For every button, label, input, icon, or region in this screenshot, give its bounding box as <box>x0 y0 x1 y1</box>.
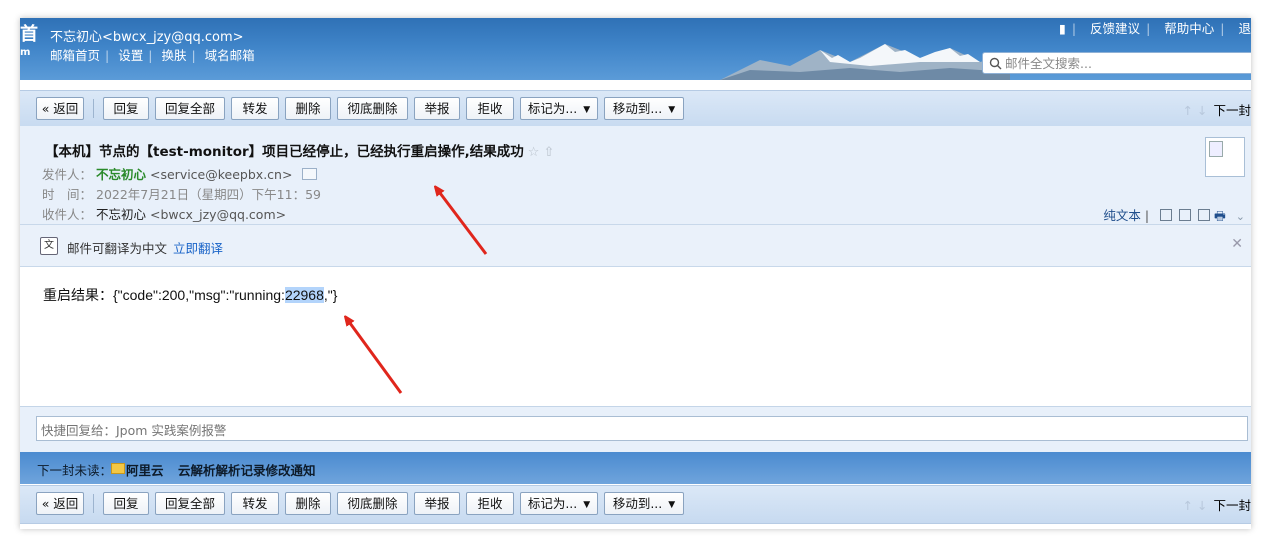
mark-as-label: 标记为... <box>527 496 578 511</box>
broken-image-icon <box>1209 141 1223 157</box>
top-nav: 邮箱首页 | 设置 | 换肤 | 域名邮箱 <box>50 48 255 63</box>
next-unread-label: 下一封未读： <box>37 463 113 478</box>
delete-button[interactable]: 删除 <box>285 492 331 515</box>
caret-down-icon: ▼ <box>668 105 676 115</box>
content-prefix: 重启结果：{"code":200,"msg":"running: <box>43 287 285 303</box>
forward-button[interactable]: 转发 <box>231 492 279 515</box>
prev-arrows-icon: ↑ ↓ <box>1182 498 1208 513</box>
mark-as-label: 标记为... <box>527 101 578 116</box>
move-to-label: 移动到... <box>612 496 663 511</box>
note-icon[interactable] <box>1179 209 1192 221</box>
reply-all-button[interactable]: 回复全部 <box>155 97 225 120</box>
search-icon <box>989 57 1002 70</box>
mountains-banner <box>720 44 1010 80</box>
next-mail-label: 下一封 <box>1213 103 1251 118</box>
report-button[interactable]: 举报 <box>414 492 460 515</box>
nav-domain-mail[interactable]: 域名邮箱 <box>205 48 255 63</box>
plain-text-toggle[interactable]: 纯文本 <box>1103 208 1141 223</box>
new-window-icon[interactable] <box>1160 209 1173 221</box>
logo-fragment: 首 m <box>20 24 38 59</box>
to-label: 收件人： <box>42 207 93 222</box>
report-button[interactable]: 举报 <box>414 97 460 120</box>
from-row: 发件人： 不忘初心 <service@keepbx.cn> <box>42 164 318 183</box>
toolbar-top: « 返回 回复 回复全部 转发 删除 彻底删除 举报 拒收 标记为... ▼ 移动… <box>20 90 1251 129</box>
star-icon[interactable]: ☆ <box>528 145 540 160</box>
mail-window: 首 m 不忘初心<bwcx_jzy@qq.com> 邮箱首页 | 设置 | 换肤 | … <box>20 18 1251 529</box>
help-center-link[interactable]: 帮助中心 <box>1164 21 1214 36</box>
reply-button[interactable]: 回复 <box>103 97 149 120</box>
toolbar-bottom: « 返回 回复 回复全部 转发 删除 彻底删除 举报 拒收 标记为... ▼ 移动… <box>20 485 1251 524</box>
from-address: <service@keepbx.cn> <box>150 167 293 182</box>
toolbar-divider <box>93 99 94 118</box>
caret-down-icon: ▼ <box>583 105 591 115</box>
reject-button[interactable]: 拒收 <box>466 97 514 120</box>
time-row: 时 间： 2022年7月21日（星期四）下午11：59 <box>42 184 321 203</box>
search-input[interactable]: 邮件全文搜索... <box>982 52 1251 74</box>
contact-card-icon[interactable] <box>302 168 318 180</box>
move-to-dropdown[interactable]: 移动到... ▼ <box>604 492 684 515</box>
next-unread-bar: 下一封未读： 阿里云 云解析解析记录修改通知 <box>20 452 1251 484</box>
quick-reply-bar <box>20 406 1251 452</box>
download-icon[interactable] <box>1198 209 1210 221</box>
to-name[interactable]: 不忘初心 <box>96 207 146 222</box>
logout-link[interactable]: 退 <box>1238 21 1251 36</box>
translate-now-link[interactable]: 立即翻译 <box>173 238 223 257</box>
to-row: 收件人： 不忘初心 <bwcx_jzy@qq.com> <box>42 204 286 223</box>
caret-down-icon: ▼ <box>668 500 676 510</box>
from-name[interactable]: 不忘初心 <box>96 167 146 182</box>
back-button[interactable]: « 返回 <box>36 97 84 120</box>
translate-icon: 文 <box>40 237 58 255</box>
nav-skin[interactable]: 换肤 <box>161 48 186 63</box>
reject-button[interactable]: 拒收 <box>466 492 514 515</box>
next-mail-link[interactable]: ↑ ↓ 下一封 <box>1183 100 1251 119</box>
delete-button[interactable]: 删除 <box>285 97 331 120</box>
sender-avatar <box>1205 137 1245 177</box>
toolbar-divider <box>93 494 94 513</box>
mark-as-dropdown[interactable]: 标记为... ▼ <box>520 97 598 120</box>
notification-icon[interactable]: ▮ <box>1059 21 1066 36</box>
translate-bar: 文 邮件可翻译为中文 立即翻译 ✕ <box>20 225 1251 267</box>
user-account: 不忘初心<bwcx_jzy@qq.com> <box>50 30 244 45</box>
mail-subject: 【本机】节点的【test-monitor】项目已经停止，已经执行重启操作,结果成… <box>45 140 554 160</box>
app-header: 首 m 不忘初心<bwcx_jzy@qq.com> 邮箱首页 | 设置 | 换肤 | … <box>20 18 1251 80</box>
feedback-link[interactable]: 反馈建议 <box>1090 21 1140 36</box>
back-button[interactable]: « 返回 <box>36 492 84 515</box>
content-suffix: ,"} <box>323 287 338 303</box>
from-label: 发件人： <box>42 167 93 182</box>
prev-arrows-icon: ↑ ↓ <box>1182 103 1208 118</box>
delete-forever-button[interactable]: 彻底删除 <box>337 492 408 515</box>
next-unread-subject[interactable]: 云解析解析记录修改通知 <box>178 460 316 479</box>
time-value: 2022年7月21日（星期四）下午11：59 <box>96 187 321 202</box>
mail-content: 重启结果：{"code":200,"msg":"running:22968,"} <box>43 285 337 305</box>
forward-button[interactable]: 转发 <box>231 97 279 120</box>
search-placeholder: 邮件全文搜索... <box>1005 56 1092 71</box>
delete-forever-button[interactable]: 彻底删除 <box>337 97 408 120</box>
quick-reply-input[interactable] <box>36 416 1248 441</box>
next-mail-label: 下一封 <box>1213 498 1251 513</box>
next-unread-sender[interactable]: 阿里云 <box>126 460 164 479</box>
mail-header: 【本机】节点的【test-monitor】项目已经停止，已经执行重启操作,结果成… <box>20 126 1251 225</box>
envelope-icon <box>111 463 125 474</box>
move-to-dropdown[interactable]: 移动到... ▼ <box>604 97 684 120</box>
close-icon[interactable]: ✕ <box>1231 236 1243 252</box>
top-links: ▮ | 反馈建议 | 帮助中心 | 退 <box>1058 21 1251 36</box>
reply-button[interactable]: 回复 <box>103 492 149 515</box>
nav-settings[interactable]: 设置 <box>118 48 143 63</box>
selected-text: 22968 <box>284 287 324 303</box>
translate-text: 邮件可翻译为中文 <box>67 241 168 256</box>
mail-body: 重启结果：{"code":200,"msg":"running:22968,"} <box>20 267 1251 405</box>
next-mail-link[interactable]: ↑ ↓ 下一封 <box>1183 495 1251 514</box>
move-to-label: 移动到... <box>612 101 663 116</box>
share-icon[interactable]: ⇧ <box>543 145 554 160</box>
subject-text: 【本机】节点的【test-monitor】项目已经停止，已经执行重启操作,结果成… <box>45 144 524 160</box>
caret-down-icon: ▼ <box>583 500 591 510</box>
reply-all-button[interactable]: 回复全部 <box>155 492 225 515</box>
time-label: 时 间： <box>42 187 93 202</box>
chevron-down-icon[interactable]: ⌄ <box>1236 210 1245 223</box>
mark-as-dropdown[interactable]: 标记为... ▼ <box>520 492 598 515</box>
to-address: <bwcx_jzy@qq.com> <box>150 207 287 222</box>
nav-mail-home[interactable]: 邮箱首页 <box>50 48 100 63</box>
print-icon[interactable]: 🖶 <box>1214 208 1226 223</box>
